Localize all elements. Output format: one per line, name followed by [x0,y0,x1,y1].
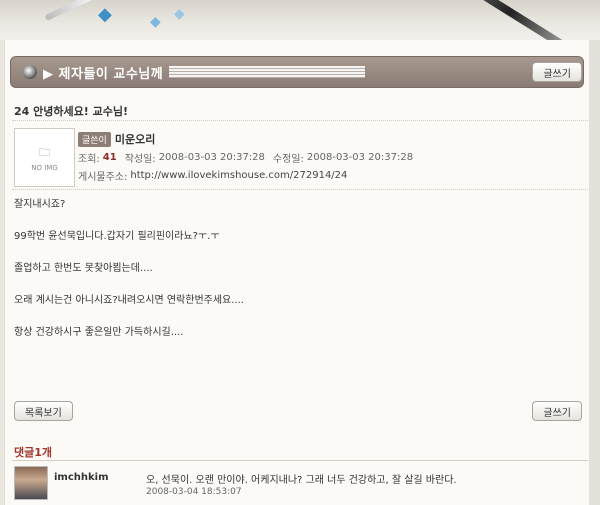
post-body: 잘지내시죠? 99학번 윤선묵입니다.갑자기 필리핀이라뇨?ㅜ.ㅜ 졸업하고 한… [14,198,244,358]
write-button-top[interactable]: 글쓰기 [532,62,582,82]
post-body-line: 잘지내시죠? [14,199,66,210]
butterfly-icon: ◆ [150,14,161,30]
divider [12,120,588,121]
comment-user[interactable]: imchhkim [54,472,109,483]
divider [12,460,588,461]
writer-badge: 글쓴이 [78,131,111,147]
comment-text: 오, 선묵이. 오랜 만이야. 어케지내나? 그래 너두 건강하고, 잘 살길 … [146,475,457,486]
post-title: 24 안녕하세요! 교수님! [14,105,128,118]
post-body-line: 99학번 윤선묵입니다.갑자기 필리핀이라뇨?ㅜ.ㅜ [14,231,220,242]
disc-icon [23,65,37,79]
post-meta: 글쓴이 미운오리 조회: 41 작성일: 2008-03-03 20:37:28… [78,130,413,184]
post-body-line: 졸업하고 한번도 못찾아뵙는데.... [14,263,153,274]
butterfly-icon: ◆ [98,4,112,25]
views-count: 41 [102,151,117,163]
created-label: 작성일: [124,153,156,165]
avatar-placeholder: 🗀 NO IMG [14,128,75,187]
noimg-label: NO IMG [31,163,58,172]
header-decoration: ◆ ◆ ◆ [0,0,600,40]
scrollbar-track[interactable] [590,40,600,505]
views-label: 조회: [78,153,100,165]
address-label: 게시물주소: [78,171,128,183]
post-body-line: 항상 건강하시구 좋은일만 가득하시길.... [14,327,184,338]
created-date: 2008-03-03 20:37:28 [158,151,265,163]
board-title: ▶ 제자들이 교수님께 [43,66,164,82]
modified-date: 2008-03-03 20:37:28 [306,151,414,163]
post-address-link[interactable]: http://www.ilovekimshouse.com/272914/24 [130,170,347,181]
comments-header: 댓글1개 [14,446,53,459]
writer-name[interactable]: 미운오리 [115,131,155,147]
folder-icon: 🗀 [39,145,50,159]
modified-label: 수정일: [272,153,304,165]
divider [12,189,588,190]
avatar [14,466,48,500]
board-title-bar: ▶ 제자들이 교수님께 [10,56,584,88]
butterfly-icon: ◆ [174,6,185,22]
fountain-pen-decoration [448,0,572,40]
list-button[interactable]: 목록보기 [14,401,73,421]
post-body-line: 오래 계시는건 아니시죠?내려오시면 연락한번주세요.... [14,295,244,306]
write-button-bottom[interactable]: 글쓰기 [532,401,582,421]
board-title-redacted [169,66,366,78]
comment-date: 2008-03-04 18:53:07 [146,487,242,497]
